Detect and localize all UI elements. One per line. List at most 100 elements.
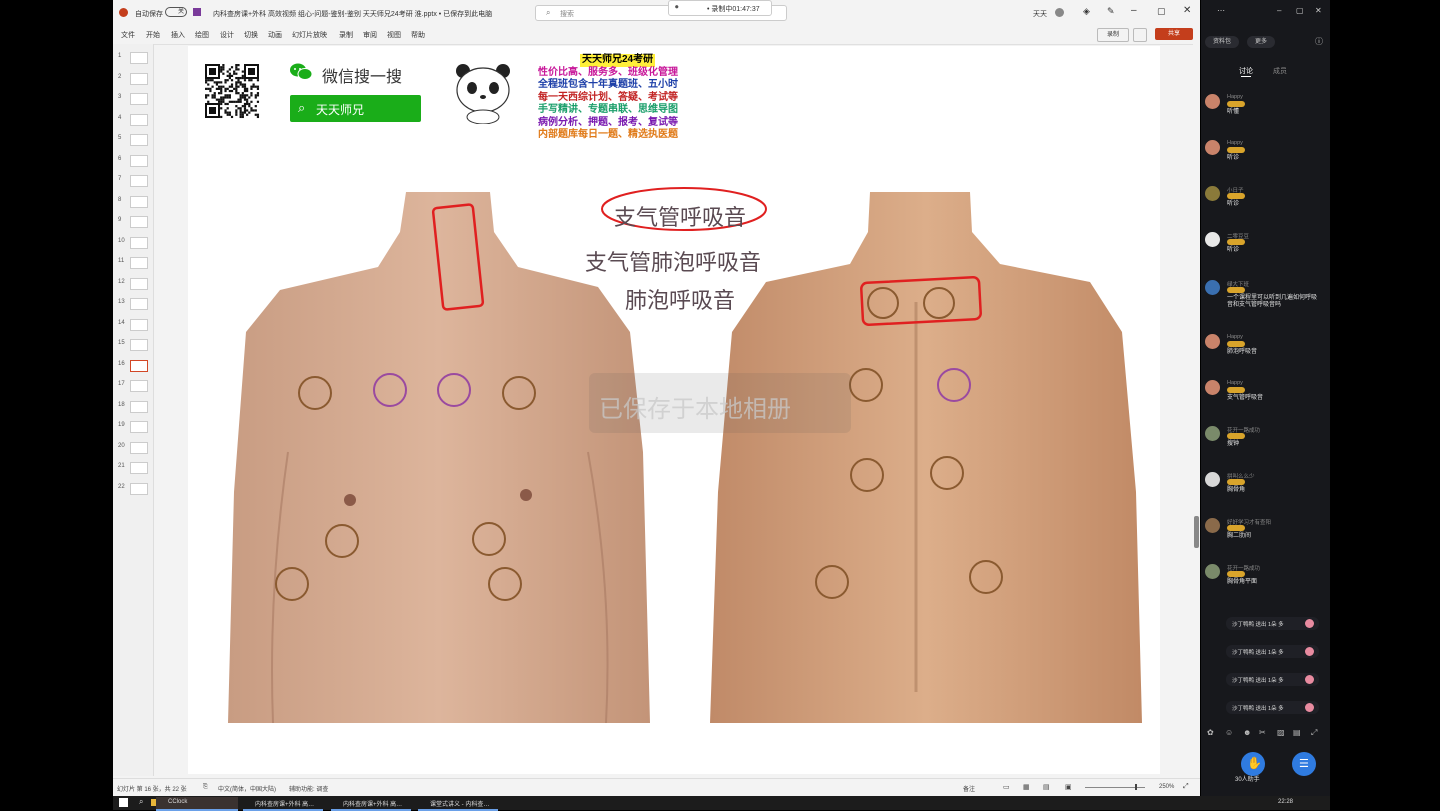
avatar[interactable] <box>1205 186 1220 201</box>
scissors-icon[interactable]: ✂ <box>1259 728 1266 737</box>
maximize-button[interactable]: ▢ <box>1157 6 1166 17</box>
avatar[interactable] <box>1205 472 1220 487</box>
scrollbar-thumb[interactable] <box>1194 516 1199 548</box>
slide-thumbnail[interactable]: 13 <box>117 296 151 310</box>
info-icon[interactable]: ⓘ <box>1315 36 1323 47</box>
chat-close-button[interactable]: ✕ <box>1315 6 1322 15</box>
slide-thumbnail[interactable]: 12 <box>117 276 151 290</box>
message-text: 肺泡呼吸音 <box>1227 349 1258 355</box>
slide-thumbnail[interactable]: 5 <box>117 132 151 146</box>
more-button[interactable]: 更多 <box>1247 36 1275 48</box>
menu-animations[interactable]: 动画 <box>268 30 282 40</box>
menu-transitions[interactable]: 切换 <box>244 30 258 40</box>
avatar[interactable] <box>1205 232 1220 247</box>
avatar[interactable] <box>1205 280 1220 295</box>
taskbar-item[interactable]: CClock <box>156 797 238 811</box>
language-indicator[interactable]: 中文(简体，中国大陆) <box>218 784 276 793</box>
taskbar-item-label: CClock <box>168 799 188 805</box>
menu-help[interactable]: 帮助 <box>411 30 425 40</box>
avatar[interactable] <box>1205 564 1220 579</box>
powerpoint-window: 自动保存 关 内科查房课+外科 高效视频 组心-问题-鉴别-鉴别 天天师兄24考… <box>113 0 1200 796</box>
menu-icon[interactable]: ⋯ <box>1217 6 1225 15</box>
avatar[interactable] <box>1205 426 1220 441</box>
emoji-alt-icon[interactable]: ☻ <box>1243 728 1251 737</box>
zoom-level[interactable]: 250% <box>1159 784 1174 790</box>
menu-record[interactable]: 录制 <box>339 30 353 40</box>
slide-thumbnail[interactable]: 3 <box>117 91 151 105</box>
slide-thumbnail[interactable]: 8 <box>117 194 151 208</box>
avatar[interactable] <box>1205 140 1220 155</box>
menu-insert[interactable]: 插入 <box>171 30 185 40</box>
chat-minimize-button[interactable]: – <box>1277 6 1281 15</box>
slide-thumbnail[interactable]: 19 <box>117 419 151 433</box>
comments-icon[interactable] <box>1133 28 1147 42</box>
slide-thumbnail[interactable]: 16 <box>117 358 151 372</box>
slide-thumbnail[interactable]: 22 <box>117 481 151 495</box>
materials-button[interactable]: 资料包 <box>1205 36 1239 48</box>
user-avatar[interactable] <box>1055 8 1064 17</box>
user-name[interactable]: 天天 <box>1033 9 1047 19</box>
emoji-icon[interactable]: ☺ <box>1225 728 1233 737</box>
slide-canvas[interactable]: 微信搜一搜 ⌕ 天天师兄 天天师兄24考研 性价比高、服务多、班级化管理 全程班包… <box>188 46 1160 774</box>
taskbar-item[interactable]: 内科查房课+外科 高… <box>331 797 411 811</box>
menu-file[interactable]: 文件 <box>121 30 135 40</box>
slide-thumbnail[interactable]: 18 <box>117 399 151 413</box>
menu-home[interactable]: 开始 <box>146 30 160 40</box>
slide-sorter-icon[interactable]: ▦ <box>1023 783 1030 791</box>
share-button[interactable]: 共享 <box>1155 28 1193 40</box>
chat-input-button[interactable]: ☰ <box>1292 752 1316 776</box>
autosave-toggle[interactable]: 关 <box>165 7 187 17</box>
slide-thumbnail[interactable]: 9 <box>117 214 151 228</box>
vertical-scrollbar[interactable] <box>1193 44 1200 776</box>
slide-thumbnail[interactable]: 1 <box>117 50 151 64</box>
menu-design[interactable]: 设计 <box>220 30 234 40</box>
expand-icon[interactable]: ⤢ <box>1311 728 1317 738</box>
folder-icon[interactable]: ▤ <box>1293 728 1301 737</box>
tab-discussion[interactable]: 讨论 <box>1239 66 1253 76</box>
slide-thumbnail[interactable]: 17 <box>117 378 151 392</box>
avatar[interactable] <box>1205 518 1220 533</box>
slide-thumbnail[interactable]: 11 <box>117 255 151 269</box>
diamond-icon[interactable]: ◈ <box>1083 6 1090 17</box>
menu-review[interactable]: 审阅 <box>363 30 377 40</box>
hand-raise-button[interactable]: ✋ <box>1241 752 1265 776</box>
minimize-button[interactable]: – <box>1131 5 1137 16</box>
slideshow-icon[interactable]: ▣ <box>1065 783 1072 791</box>
image-icon[interactable]: ▨ <box>1277 728 1285 737</box>
zoom-slider-thumb[interactable] <box>1135 784 1137 790</box>
menu-draw[interactable]: 绘图 <box>195 30 209 40</box>
flower-icon[interactable]: ✿ <box>1207 728 1214 737</box>
slide-thumbnail[interactable]: 21 <box>117 460 151 474</box>
taskbar-item[interactable]: 内科查房课+外科 高… <box>243 797 323 811</box>
taskbar-search-icon[interactable]: ⌕ <box>139 797 143 807</box>
normal-view-icon[interactable]: ▭ <box>1003 783 1010 791</box>
slide-thumbnail[interactable]: 6 <box>117 153 151 167</box>
fit-slide-icon[interactable]: ⤢ <box>1183 783 1189 791</box>
save-icon[interactable] <box>193 8 201 16</box>
spellcheck-icon[interactable]: ⎘ <box>203 784 208 791</box>
reading-view-icon[interactable]: ▤ <box>1043 783 1050 791</box>
record-button[interactable]: 录制 <box>1097 28 1129 42</box>
slide-thumbnail[interactable]: 2 <box>117 71 151 85</box>
avatar[interactable] <box>1205 380 1220 395</box>
slide-thumbnail[interactable]: 14 <box>117 317 151 331</box>
pen-icon[interactable]: ✎ <box>1107 6 1115 17</box>
menu-view[interactable]: 视图 <box>387 30 401 40</box>
avatar[interactable] <box>1205 94 1220 109</box>
slide-thumbnail[interactable]: 15 <box>117 337 151 351</box>
taskbar-item[interactable]: 课堂式讲义 - 内科查… <box>418 797 498 811</box>
avatar[interactable] <box>1205 334 1220 349</box>
menu-slideshow[interactable]: 幻灯片放映 <box>292 30 327 40</box>
notes-button[interactable]: 备注 <box>963 784 975 793</box>
slide-thumbnail[interactable]: 20 <box>117 440 151 454</box>
close-button[interactable]: ✕ <box>1183 5 1191 16</box>
start-icon[interactable] <box>119 798 128 807</box>
slide-thumbnail[interactable]: 10 <box>117 235 151 249</box>
promo-line: 手写精讲、专题串联、思维导图 <box>538 104 678 115</box>
accessibility-indicator[interactable]: 辅助功能: 调查 <box>289 784 328 793</box>
slide-preview <box>130 216 148 228</box>
chat-maximize-button[interactable]: ▢ <box>1296 6 1304 15</box>
tab-members[interactable]: 成员 <box>1273 66 1287 76</box>
slide-thumbnail[interactable]: 7 <box>117 173 151 187</box>
slide-thumbnail[interactable]: 4 <box>117 112 151 126</box>
